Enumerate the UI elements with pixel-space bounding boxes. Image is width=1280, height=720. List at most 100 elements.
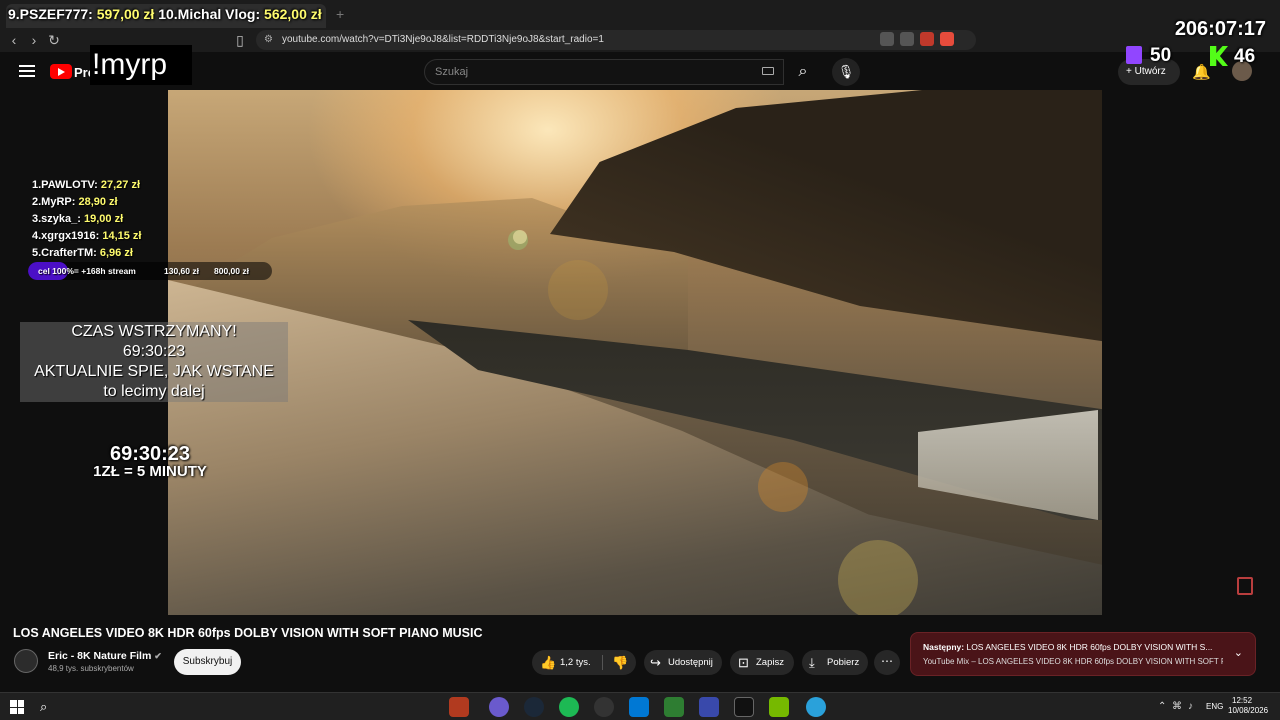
twitch-icon	[1126, 46, 1142, 64]
like-dislike-group: 👍 1,2 tys. 👎	[532, 650, 636, 675]
donor-amount: 27,27 zł	[100, 179, 141, 191]
download-icon: ⤓	[809, 655, 815, 670]
windows-taskbar: ⌕ ⌃ ENG ⌘ ♪ 12:52 10/08/2026	[0, 692, 1280, 720]
channel-avatar[interactable]	[14, 649, 38, 673]
clock-time[interactable]: 12:52	[1232, 696, 1252, 705]
taskbar-search-icon[interactable]: ⌕	[40, 699, 47, 715]
network-app-icon[interactable]	[699, 697, 719, 717]
share-button[interactable]: ↪ Udostępnij	[644, 650, 722, 675]
bookmark-icon[interactable]: ▯	[232, 31, 248, 49]
voice-search-icon[interactable]: 🎙	[832, 58, 860, 86]
clock-date[interactable]: 10/08/2026	[1228, 706, 1268, 715]
lens-flare	[758, 462, 808, 512]
like-count[interactable]: 1,2 tys.	[560, 650, 591, 675]
plus-icon: +	[1126, 66, 1135, 77]
top-donors-list: 1.PAWLOTV: 27,27 zł 2.MyRP: 28,90 zł 3.s…	[32, 177, 141, 262]
chevron-down-icon[interactable]: ⌄	[1234, 646, 1243, 659]
donor-amount: 19,00 zł	[84, 213, 124, 225]
up-next-card[interactable]: Następny: LOS ANGELES VIDEO 8K HDR 60fps…	[910, 632, 1256, 676]
url-text: youtube.com/watch?v=DTi3Nje9oJ8&list=RDD…	[282, 34, 604, 45]
save-icon: ⊡	[738, 655, 749, 670]
lens-flare	[838, 540, 918, 615]
download-button[interactable]: ⤓ Pobierz	[802, 650, 868, 675]
telegram-icon[interactable]	[806, 697, 826, 717]
goal-label: cel 100%= +168h stream	[38, 266, 136, 276]
translate-icon[interactable]	[880, 32, 894, 46]
search-button[interactable]: ⌕	[786, 59, 820, 85]
up-next-title-text: LOS ANGELES VIDEO 8K HDR 60fps DOLBY VIS…	[966, 642, 1213, 652]
youtube-header: Pre Szukaj ⌕ 🎙 + Utwórz 🔔	[0, 52, 1280, 90]
app-icon[interactable]	[664, 697, 684, 717]
nvidia-icon[interactable]	[769, 697, 789, 717]
donor-name: 3.szyka_:	[32, 213, 81, 225]
brave-shield-icon[interactable]	[920, 32, 934, 46]
lens-flare	[513, 230, 527, 244]
volume-icon[interactable]: ♪	[1188, 701, 1193, 712]
paused-notice: CZAS WSTRZYMANY! 69:30:23 AKTUALNIE SPIE…	[20, 322, 288, 402]
terminal-icon[interactable]	[734, 697, 754, 717]
site-info-icon[interactable]: ⚙	[264, 30, 273, 50]
donor-row: 3.szyka_: 19,00 zł	[32, 211, 141, 228]
vscode-icon[interactable]	[629, 697, 649, 717]
donor-amount: 6,96 zł	[99, 247, 133, 259]
donor-amount: 14,15 zł	[102, 230, 142, 242]
tray-chevron-icon[interactable]: ⌃	[1158, 701, 1166, 712]
share-icon: ↪	[650, 655, 661, 670]
language-indicator[interactable]: ENG	[1206, 702, 1223, 711]
donor-name: 2.MyRP:	[32, 196, 76, 208]
donor-row: 5.CrafterTM: 6,96 zł	[32, 245, 141, 262]
spotify-icon[interactable]	[559, 697, 579, 717]
keyboard-icon[interactable]	[762, 67, 774, 75]
brave-browser-icon[interactable]	[449, 697, 469, 717]
like-divider	[602, 655, 603, 670]
channel-name[interactable]: Eric - 8K Nature Film ✔	[48, 650, 162, 662]
search-input[interactable]: Szukaj	[424, 59, 784, 85]
donor-amount: 28,90 zł	[78, 196, 118, 208]
video-player[interactable]	[168, 90, 1102, 615]
donor-name: 4.xgrgx1916:	[32, 230, 100, 242]
new-tab-button[interactable]: +	[336, 6, 344, 22]
youtube-logo-icon[interactable]	[50, 64, 72, 79]
goal-target: 800,00 zł	[214, 266, 249, 276]
channel-name-text: Eric - 8K Nature Film	[48, 650, 152, 662]
share-label: Udostępnij	[668, 657, 713, 668]
discord-icon[interactable]	[489, 697, 509, 717]
menu-icon[interactable]	[19, 65, 35, 77]
donation-ticker: 9.PSZEF777: 597,00 zł 10.Michal Vlog: 56…	[8, 6, 322, 22]
channel-watermark-icon	[1237, 577, 1253, 595]
video-title: LOS ANGELES VIDEO 8K HDR 60fps DOLBY VIS…	[13, 626, 483, 640]
download-label: Pobierz	[827, 657, 860, 668]
address-bar[interactable]: ⚙ youtube.com/watch?v=DTi3Nje9oJ8&list=R…	[256, 30, 976, 50]
reload-icon[interactable]: ↻	[46, 31, 62, 49]
donor-row: 4.xgrgx1916: 14,15 zł	[32, 228, 141, 245]
dislike-icon[interactable]: 👎	[612, 650, 628, 675]
save-button[interactable]: ⊡ Zapisz	[730, 650, 794, 675]
goal-current: 130,60 zł	[164, 266, 199, 276]
paused-line-4: to lecimy dalej	[103, 383, 205, 400]
forward-icon[interactable]: ›	[26, 31, 42, 49]
stream-timer: 206:07:17	[1174, 18, 1266, 40]
kick-viewer-count: 46	[1234, 46, 1256, 67]
donor-name: 5.CrafterTM:	[32, 247, 97, 259]
create-label: Utwórz	[1134, 66, 1166, 77]
donor-row: 2.MyRP: 28,90 zł	[32, 194, 141, 211]
paused-line-2: 69:30:23	[122, 343, 186, 360]
up-next-subtitle: YouTube Mix – LOS ANGELES VIDEO 8K HDR 6…	[923, 657, 1223, 666]
donor-name: 1.PAWLOTV:	[32, 179, 98, 191]
up-next-prefix: Następny:	[923, 642, 965, 652]
steam-icon[interactable]	[524, 697, 544, 717]
windows-start-icon[interactable]	[10, 700, 24, 714]
network-icon[interactable]: ⌘	[1172, 701, 1182, 712]
brave-rewards-icon[interactable]	[940, 32, 954, 46]
subscriber-count: 48,9 tys. subskrybentów	[48, 664, 134, 673]
cast-icon[interactable]	[900, 32, 914, 46]
ticker-amount-1: 597,00 zł	[96, 6, 155, 22]
notifications-bell-icon[interactable]: 🔔	[1192, 63, 1211, 81]
save-label: Zapisz	[756, 657, 784, 668]
back-icon[interactable]: ‹	[6, 31, 22, 49]
more-actions-icon[interactable]: ⋯	[874, 650, 900, 675]
donation-goal-bar: cel 100%= +168h stream 130,60 zł 800,00 …	[28, 262, 272, 280]
like-icon[interactable]: 👍	[540, 650, 556, 675]
obs-icon[interactable]	[594, 697, 614, 717]
subscribe-button[interactable]: Subskrybuj	[174, 649, 241, 675]
